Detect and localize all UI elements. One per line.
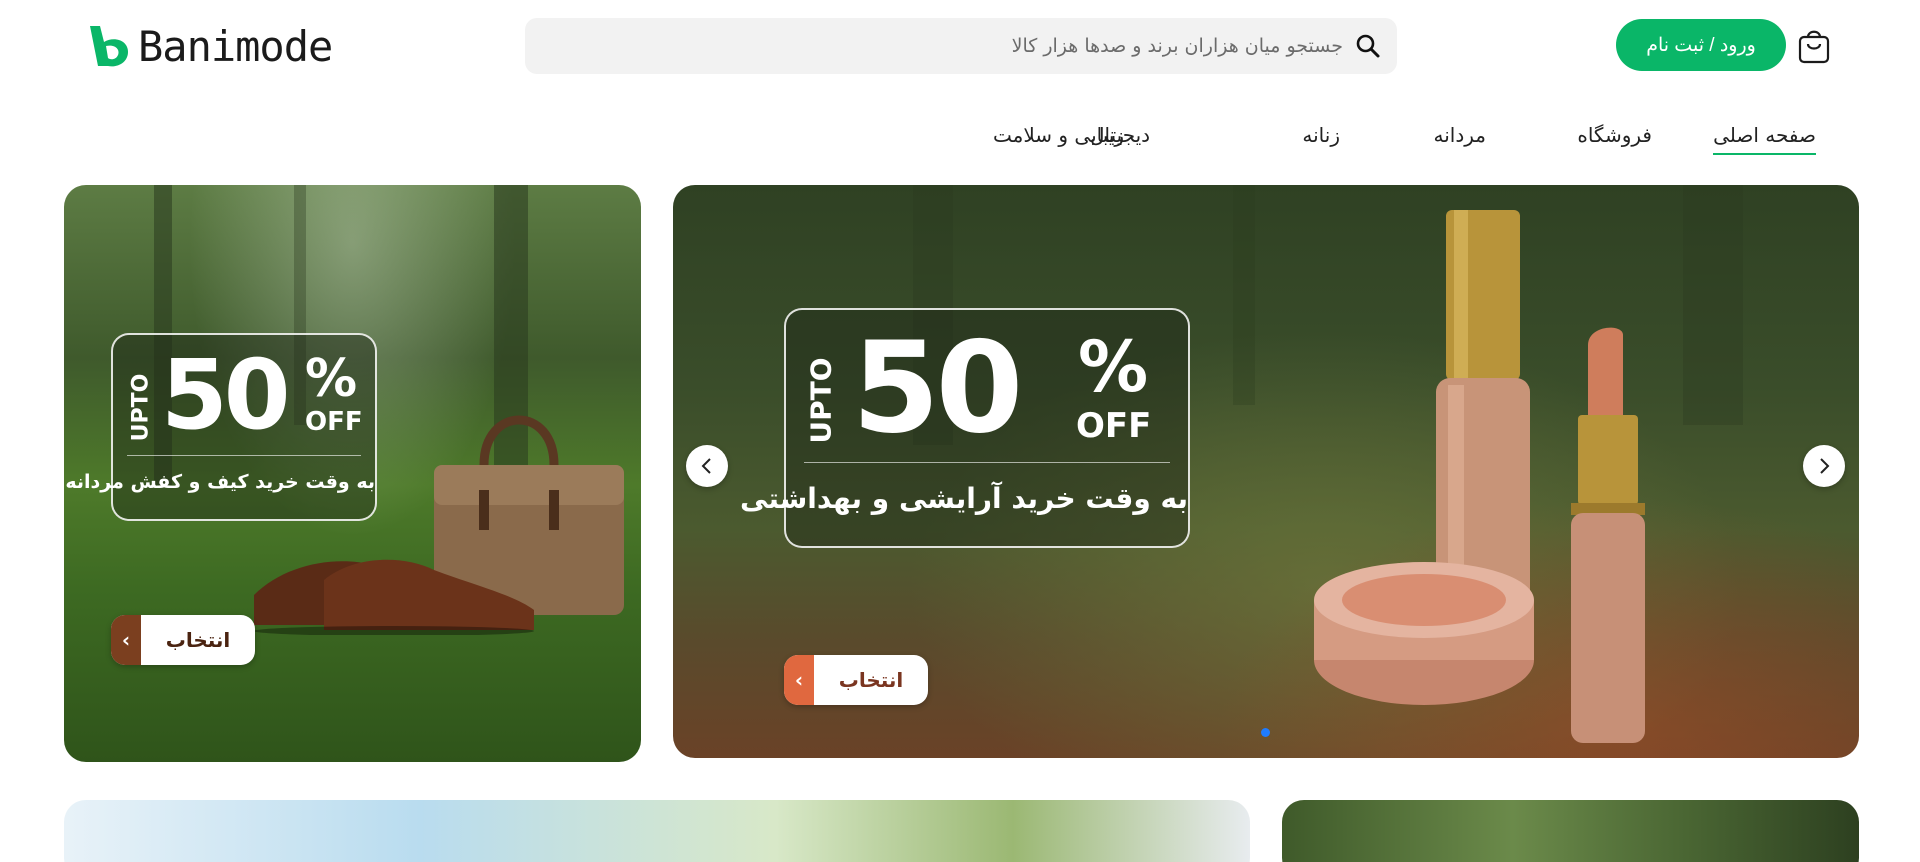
nav-item-home[interactable]: صفحه اصلی xyxy=(1713,123,1816,155)
chevron-left-icon: ‹ xyxy=(784,655,814,705)
promo-off: OFF xyxy=(1076,406,1152,446)
login-register-button[interactable]: ورود / ثبت نام xyxy=(1616,19,1786,71)
choose-button-label: انتخاب xyxy=(838,668,904,692)
bottom-banner-small[interactable] xyxy=(1282,800,1859,862)
shopping-bag-icon[interactable] xyxy=(1796,27,1832,65)
promo-box: UPTO 50 % OFF به وقت خرید آرایشی و بهداش… xyxy=(739,308,1190,548)
promo-caption: به وقت خرید کیف و کفش مردانه xyxy=(65,471,375,493)
tree-trunk xyxy=(1683,185,1743,425)
side-banner-bags-shoes[interactable]: UPTO 50 % OFF به وقت خرید کیف و کفش مردا… xyxy=(64,185,641,762)
slider-next-button[interactable] xyxy=(1803,445,1845,487)
slider-prev-button[interactable] xyxy=(686,445,728,487)
promo-number: 50 xyxy=(852,314,1023,461)
lipstick-image xyxy=(1571,327,1645,743)
promo-divider xyxy=(804,462,1170,463)
tree-trunk xyxy=(1233,185,1255,405)
shoes-image xyxy=(254,559,534,635)
promo-upto: UPTO xyxy=(804,357,838,444)
promo-number: 50 xyxy=(161,339,291,451)
promo-upto: UPTO xyxy=(128,373,154,442)
choose-button-label: انتخاب xyxy=(165,628,231,652)
nav-item-men[interactable]: مردانه xyxy=(1434,123,1487,147)
promo-caption: به وقت خرید آرایشی و بهداشتی xyxy=(739,482,1188,515)
site-header: Banimode ورود / ثبت نام xyxy=(0,0,1920,95)
brand-name: Banimode xyxy=(138,21,333,71)
bottom-banner-wide[interactable] xyxy=(64,800,1250,862)
blush-compact-image xyxy=(1314,562,1534,705)
choose-button[interactable]: ‹ انتخاب xyxy=(784,655,928,705)
choose-button[interactable]: ‹ انتخاب xyxy=(111,615,255,665)
promo-box: UPTO 50 % OFF به وقت خرید کیف و کفش مردا… xyxy=(65,333,377,521)
promo-off: OFF xyxy=(305,407,363,437)
promo-divider xyxy=(127,455,361,456)
brand-logo-icon xyxy=(90,26,128,67)
chevron-left-icon xyxy=(701,458,711,474)
nav-item-digital[interactable]: دیجیتال xyxy=(1090,123,1150,147)
search-bar[interactable] xyxy=(525,18,1397,74)
brand-logo[interactable]: Banimode xyxy=(86,21,333,71)
promo-percent: % xyxy=(1078,326,1149,408)
chevron-left-icon: ‹ xyxy=(111,615,141,665)
main-nav: صفحه اصلی فروشگاه مردانه زنانه زیبایی و … xyxy=(993,115,1840,165)
search-input[interactable] xyxy=(583,26,1343,66)
nav-item-shop[interactable]: فروشگاه xyxy=(1577,123,1652,147)
nav-item-women[interactable]: زنانه xyxy=(1302,123,1340,147)
chevron-right-icon xyxy=(1820,458,1830,474)
slider-dot-active[interactable] xyxy=(1261,728,1270,737)
search-icon[interactable] xyxy=(1351,29,1385,63)
promo-percent: % xyxy=(305,349,358,409)
main-slider-banner-cosmetics[interactable]: UPTO 50 % OFF به وقت خرید آرایشی و بهداش… xyxy=(673,185,1859,758)
